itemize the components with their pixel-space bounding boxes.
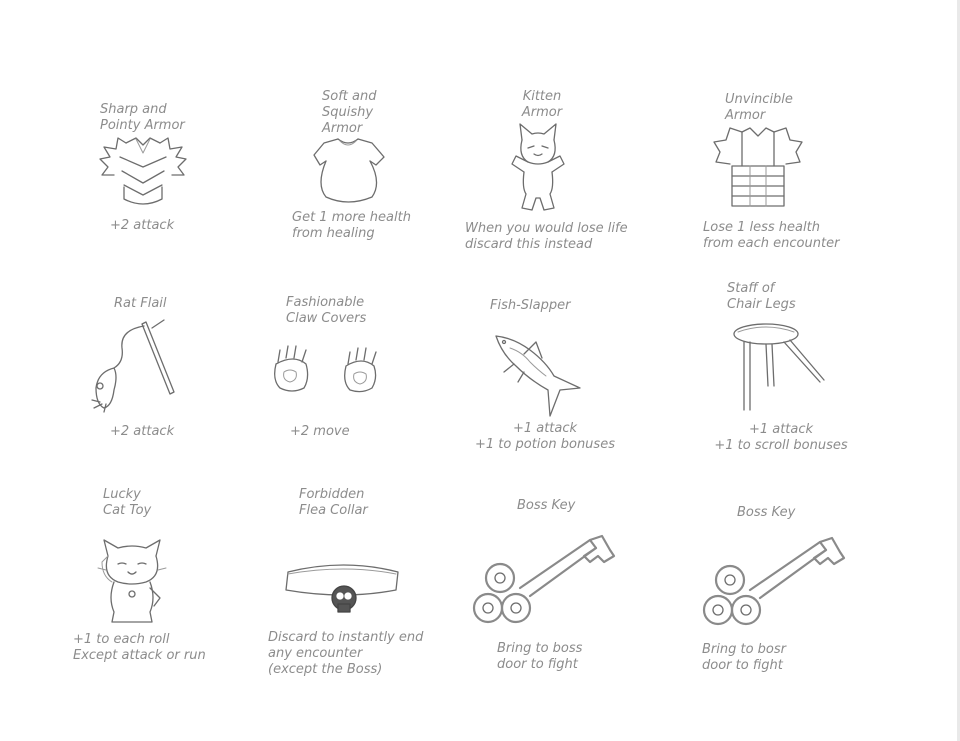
- fish-slapper-icon: [495, 335, 581, 417]
- item-name: Lucky Cat Toy: [103, 487, 152, 518]
- lucky-cat-icon: [97, 539, 167, 623]
- rat-flail-icon: [91, 319, 175, 413]
- item-name: Rat Flail: [114, 296, 167, 311]
- item-effect: Bring to bosr door to fight: [702, 642, 787, 673]
- item-name: Fashionable Claw Covers: [286, 295, 367, 326]
- kitten-armor-icon: [511, 123, 565, 211]
- item-name: Boss Key: [517, 498, 576, 513]
- item-effect: When you would lose life discard this in…: [465, 221, 628, 252]
- item-effect: +2 attack: [110, 424, 175, 439]
- item-name: Boss Key: [737, 505, 796, 520]
- item-effect: +1 attack +1 to scroll bonuses: [714, 422, 848, 453]
- item-effect: +2 attack: [110, 218, 175, 233]
- item-sheet: Sharp and Pointy Armor +2 attack Soft an…: [0, 0, 960, 741]
- shirt-armor-icon: [313, 138, 385, 203]
- item-effect: +1 attack +1 to potion bonuses: [475, 421, 615, 452]
- boss-key-icon: [702, 536, 846, 626]
- stool-staff-icon: [733, 323, 825, 411]
- boss-key-icon: [472, 534, 616, 624]
- item-name: Sharp and Pointy Armor: [100, 102, 185, 133]
- item-effect: +2 move: [290, 424, 350, 439]
- item-effect: Bring to boss door to fight: [497, 641, 583, 672]
- item-effect: +1 to each roll Except attack or run: [73, 632, 206, 663]
- item-name: Forbidden Flea Collar: [299, 487, 368, 518]
- item-name: Kitten Armor: [521, 89, 563, 120]
- item-effect: Get 1 more health from healing: [292, 210, 411, 241]
- flea-collar-icon: [285, 564, 399, 613]
- item-name: Fish-Slapper: [490, 298, 571, 313]
- item-effect: Lose 1 less health from each encounter: [703, 220, 840, 251]
- item-name: Staff of Chair Legs: [727, 281, 796, 312]
- item-effect: Discard to instantly end any encounter (…: [268, 630, 424, 677]
- item-name: Soft and Squishy Armor: [322, 89, 377, 136]
- spiky-armor-icon: [99, 137, 187, 205]
- invincible-armor-icon: [713, 127, 803, 207]
- claw-covers-icon: [274, 345, 377, 393]
- item-name: Unvincible Armor: [725, 92, 793, 123]
